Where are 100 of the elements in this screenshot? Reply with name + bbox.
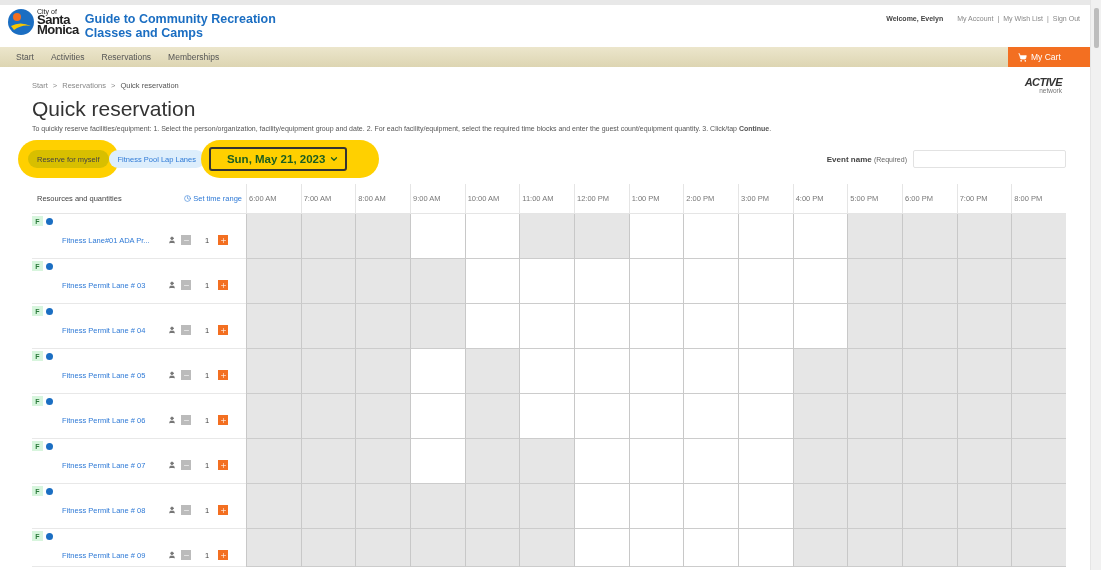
- plus-icon: [219, 236, 227, 244]
- increase-button[interactable]: [218, 550, 229, 560]
- decrease-button[interactable]: [181, 460, 191, 470]
- open-time-slot[interactable]: [738, 484, 793, 529]
- open-time-slot[interactable]: [574, 259, 629, 304]
- open-time-slot[interactable]: [574, 349, 629, 394]
- info-icon[interactable]: [46, 397, 53, 405]
- increase-button[interactable]: [218, 370, 229, 380]
- date-picker[interactable]: Sun, May 21, 2023: [208, 147, 348, 171]
- city-logo-icon: [8, 8, 34, 35]
- clock-icon: [184, 195, 192, 202]
- open-time-slot[interactable]: [683, 529, 738, 567]
- scrollbar-thumb[interactable]: [1093, 8, 1099, 48]
- increase-button[interactable]: [218, 505, 229, 515]
- open-time-slot[interactable]: [574, 304, 629, 349]
- open-time-slot[interactable]: [683, 214, 738, 259]
- site-title: Guide to Community Recreation: [84, 12, 276, 26]
- open-time-slot[interactable]: [628, 484, 684, 529]
- open-time-slot[interactable]: [628, 439, 684, 484]
- person-icon: [168, 551, 176, 559]
- open-time-slot[interactable]: [464, 304, 520, 349]
- site-title: Classes and Camps: [84, 26, 204, 40]
- open-time-slot[interactable]: [738, 529, 793, 567]
- scrollbar[interactable]: [1090, 0, 1101, 570]
- open-time-slot[interactable]: [683, 259, 738, 304]
- open-time-slot[interactable]: [410, 349, 465, 394]
- decrease-button[interactable]: [181, 415, 191, 425]
- cart-icon: [1018, 52, 1027, 62]
- decrease-button[interactable]: [181, 325, 191, 335]
- cart-button[interactable]: My Cart: [1008, 47, 1090, 67]
- nav-item[interactable]: Memberships: [168, 52, 220, 62]
- open-time-slot[interactable]: [574, 394, 629, 439]
- increase-button[interactable]: [218, 280, 229, 290]
- info-icon[interactable]: [46, 262, 53, 270]
- event-name-field[interactable]: [913, 150, 1066, 168]
- open-time-slot[interactable]: [410, 439, 465, 484]
- plus-icon: [219, 506, 227, 514]
- increase-button[interactable]: [218, 325, 229, 335]
- open-time-slot[interactable]: [519, 394, 574, 439]
- open-time-slot[interactable]: [792, 304, 848, 349]
- open-time-slot[interactable]: [628, 214, 684, 259]
- decrease-button[interactable]: [181, 505, 191, 515]
- info-icon[interactable]: [46, 217, 53, 225]
- open-time-slot[interactable]: [574, 484, 629, 529]
- open-time-slot[interactable]: [792, 214, 848, 259]
- open-time-slot[interactable]: [738, 439, 793, 484]
- increase-button[interactable]: [218, 460, 229, 470]
- plus-icon: [219, 371, 227, 379]
- person-icon: [168, 326, 176, 334]
- open-time-slot[interactable]: [574, 439, 629, 484]
- info-icon[interactable]: [46, 352, 53, 360]
- open-time-slot[interactable]: [683, 349, 738, 394]
- plus-icon: [219, 551, 227, 559]
- open-time-slot[interactable]: [628, 304, 684, 349]
- nav-item[interactable]: Start: [16, 52, 34, 62]
- open-time-slot[interactable]: [738, 304, 793, 349]
- info-icon[interactable]: [46, 442, 53, 450]
- open-time-slot[interactable]: [628, 259, 684, 304]
- open-time-slot[interactable]: [574, 529, 629, 567]
- increase-button[interactable]: [218, 235, 229, 245]
- chevron-down-icon: [329, 154, 340, 164]
- decrease-button[interactable]: [181, 550, 191, 560]
- open-time-slot[interactable]: [738, 259, 793, 304]
- open-time-slot[interactable]: [464, 259, 520, 304]
- person-icon: [168, 236, 176, 244]
- open-time-slot[interactable]: [738, 214, 793, 259]
- decrease-button[interactable]: [181, 370, 191, 380]
- nav-item[interactable]: Reservations: [101, 52, 152, 62]
- plus-icon: [219, 461, 227, 469]
- logo-text: Santa: [37, 15, 71, 25]
- decrease-button[interactable]: [181, 280, 191, 290]
- open-time-slot[interactable]: [628, 529, 684, 567]
- logo-text: Monica: [37, 25, 79, 35]
- open-time-slot[interactable]: [628, 394, 684, 439]
- info-icon[interactable]: [46, 532, 53, 540]
- decrease-button[interactable]: [181, 235, 191, 245]
- open-time-slot[interactable]: [410, 214, 465, 259]
- open-time-slot[interactable]: [410, 394, 465, 439]
- info-icon[interactable]: [46, 307, 53, 315]
- plus-icon: [219, 281, 227, 289]
- person-icon: [168, 461, 176, 469]
- open-time-slot[interactable]: [519, 259, 574, 304]
- open-time-slot[interactable]: [683, 484, 738, 529]
- open-time-slot[interactable]: [683, 394, 738, 439]
- brand-logo-text: ACTIVE: [1024, 76, 1062, 87]
- increase-button[interactable]: [218, 415, 229, 425]
- info-icon[interactable]: [46, 487, 53, 495]
- open-time-slot[interactable]: [738, 349, 793, 394]
- open-time-slot[interactable]: [519, 304, 574, 349]
- person-icon: [168, 416, 176, 424]
- person-icon: [168, 281, 176, 289]
- open-time-slot[interactable]: [792, 259, 848, 304]
- open-time-slot[interactable]: [738, 394, 793, 439]
- open-time-slot[interactable]: [519, 349, 574, 394]
- page-title: Quick reservation: [32, 96, 197, 122]
- nav-item[interactable]: Activities: [50, 52, 85, 62]
- open-time-slot[interactable]: [683, 304, 738, 349]
- open-time-slot[interactable]: [464, 214, 520, 259]
- open-time-slot[interactable]: [683, 439, 738, 484]
- open-time-slot[interactable]: [628, 349, 684, 394]
